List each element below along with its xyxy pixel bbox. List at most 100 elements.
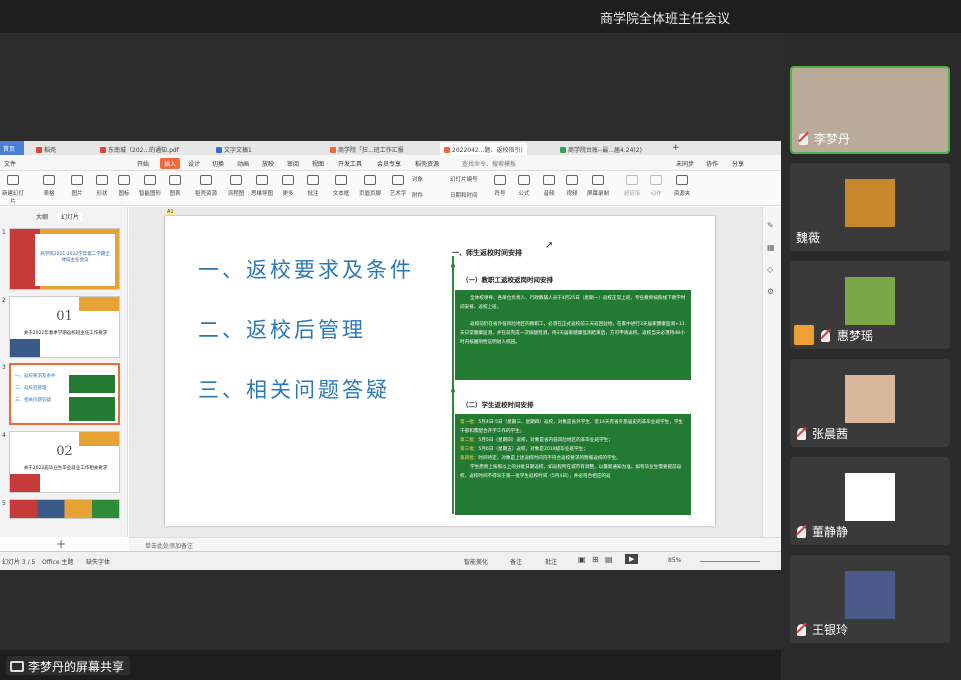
menu-design[interactable]: 设计	[188, 159, 200, 168]
wordart-button[interactable]: 艺术字	[385, 175, 411, 197]
shape-tool-icon[interactable]: ◇	[767, 265, 773, 274]
zoom-slider[interactable]	[700, 561, 760, 562]
textbox-button[interactable]: 文本框	[328, 175, 354, 197]
sync-status[interactable]: 未同步	[676, 159, 694, 168]
participant-tile[interactable]: 惠梦瑶	[790, 261, 950, 349]
share-button[interactable]: 分享	[732, 159, 744, 168]
screen-record-button[interactable]: 屏幕录制	[585, 175, 611, 197]
menu-developer[interactable]: 开发工具	[338, 159, 362, 168]
notes-toggle[interactable]: 备注	[510, 557, 522, 566]
header-footer-button[interactable]: 页眉页脚	[357, 175, 383, 197]
tab-pdf[interactable]: 东南城（202...的通知.pdf	[96, 143, 183, 155]
icon-button[interactable]: 图标	[111, 175, 137, 197]
menu-transition[interactable]: 切换	[212, 159, 224, 168]
more-button[interactable]: 更多	[275, 175, 301, 197]
slide-thumb-1[interactable]: 商学院2021-2022学年第二学期全体班主任会议	[9, 228, 120, 290]
wps-tab-bar: 首页 稻壳 东南城（202...的通知.pdf 文字文稿1 商学院「狂...班工…	[0, 141, 781, 155]
tab-ppt-1[interactable]: 商学院「狂...班工作汇报	[326, 143, 408, 155]
comment-toggle[interactable]: 批注	[545, 557, 557, 566]
menu-review[interactable]: 审阅	[287, 159, 299, 168]
slide-number-button[interactable]: 幻灯片编号	[450, 175, 490, 183]
new-slide-icon	[7, 175, 19, 185]
section-title: 一、师生返校时间安排	[452, 249, 522, 257]
flowchart-button[interactable]: 流程图	[223, 175, 249, 197]
picture-button[interactable]: 图片	[64, 175, 90, 197]
slide-thumb-3[interactable]: 一、返校要求及条件 二、返校后管理 三、相关问题答疑	[9, 363, 120, 425]
smartart-button[interactable]: 智能图形	[137, 175, 163, 197]
participant-name: 张晨茜	[812, 427, 849, 441]
menu-animation[interactable]: 动画	[237, 159, 249, 168]
menu-slideshow[interactable]: 放映	[262, 159, 274, 168]
tab-home[interactable]: 首页	[0, 141, 24, 155]
notes-bar: 单击此处添加备注	[129, 537, 781, 551]
tab-daoke[interactable]: 稻壳	[32, 143, 60, 155]
tab-ppt-active[interactable]: 2022042...题、返校指引)	[440, 143, 527, 155]
insert-toolbar: 新建幻灯片 表格 图片 形状 图标 智能图形 图表 稻壳资源 流程图 思维导图 …	[0, 172, 781, 206]
tab-slides[interactable]: 幻灯片	[57, 213, 82, 222]
thumb-decoration	[10, 339, 40, 357]
participant-tile[interactable]: 董静静	[790, 457, 950, 545]
menu-member[interactable]: 会员专享	[377, 159, 401, 168]
participant-tile[interactable]: 王银玲	[790, 555, 950, 643]
menu-daoke-resources[interactable]: 稻壳资源	[415, 159, 439, 168]
bottom-bar: 李梦丹的屏幕共享	[0, 650, 781, 680]
play-slideshow-icon[interactable]: ▶	[625, 554, 639, 564]
video-button[interactable]: 视频	[559, 175, 585, 197]
symbol-button[interactable]: 符号	[487, 175, 513, 197]
menu-insert[interactable]: 插入	[160, 158, 181, 169]
add-slide-icon[interactable]: +	[56, 537, 66, 551]
avatar	[845, 473, 895, 521]
collaborate-button[interactable]: 协作	[706, 159, 718, 168]
settings-icon[interactable]: ⚙	[767, 287, 774, 296]
new-slide-button[interactable]: 新建幻灯片	[0, 175, 26, 205]
object-button[interactable]: 对象	[412, 175, 438, 183]
daoke-resource-button[interactable]: 稻壳资源	[193, 175, 219, 197]
tab-doc[interactable]: 文字文稿1	[212, 143, 256, 155]
chart-button[interactable]: 图表	[162, 175, 188, 197]
thumb-number-big: 02	[56, 444, 73, 459]
menu-view[interactable]: 视图	[312, 159, 324, 168]
mouse-pointer-icon: ➚	[545, 240, 554, 251]
video-icon	[566, 175, 578, 185]
new-tab-icon[interactable]: +	[668, 141, 684, 153]
normal-view-icon[interactable]: ▣	[578, 555, 586, 564]
attachment-button[interactable]: 附件	[412, 191, 438, 199]
datetime-button[interactable]: 日期和时间	[450, 191, 490, 199]
menu-start[interactable]: 开始	[137, 159, 149, 168]
slide-thumb-2[interactable]: 01 关于2022年春季学期返校班主任工作要求	[9, 296, 120, 358]
command-search[interactable]: 查找命令、搜索模板	[462, 159, 516, 168]
beautify-button[interactable]: 智能美化	[464, 557, 488, 566]
notes-placeholder[interactable]: 单击此处添加备注	[145, 541, 193, 550]
table-button[interactable]: 表格	[36, 175, 62, 197]
current-slide[interactable]: 一、返校要求及条件 二、返校后管理 三、相关问题答疑 一、师生返校时间安排 （一…	[165, 216, 715, 526]
menu-file[interactable]: 文件	[4, 159, 16, 168]
mic-muted-icon	[797, 526, 806, 538]
tab-sheet[interactable]: 商学院台账--最...届4.24(2)	[556, 143, 646, 155]
participant-tile[interactable]: 李梦丹	[790, 66, 950, 154]
slide-thumb-4[interactable]: 02 关于2022届毕业生毕业就业工作相关要求	[9, 431, 120, 493]
sorter-view-icon[interactable]: ⊞	[592, 555, 599, 564]
mindmap-icon	[256, 175, 268, 185]
missing-font-button[interactable]: 缺失字体	[86, 557, 110, 566]
slide-thumb-5[interactable]	[9, 499, 120, 519]
thumb-number: 2	[2, 297, 6, 304]
thumb-view-tabs: 大纲 幻灯片	[36, 212, 90, 222]
mic-muted-icon	[821, 330, 830, 342]
more-icon	[282, 175, 294, 185]
select-icon[interactable]: ▦	[767, 243, 775, 252]
staff-schedule-text: 返校前仍在省外低风险地区的教职工，必须在正式返校前三天返回驻地，在家中进行3天居…	[460, 322, 685, 345]
participant-tile[interactable]: 魏薇	[790, 163, 950, 251]
batch-text: 5月4日-5日（星期三、星期四）返校，对象是省外学生、近14天有省外旅居史的非毕…	[460, 420, 684, 434]
action-button[interactable]: 动作	[643, 175, 669, 197]
formula-button[interactable]: 公式	[511, 175, 537, 197]
comment-button[interactable]: 批注	[300, 175, 326, 197]
thumb-decoration	[69, 397, 115, 421]
hyperlink-button[interactable]: 超链接	[619, 175, 645, 197]
reading-view-icon[interactable]: ▤	[605, 555, 613, 564]
participant-tile[interactable]: 张晨茜	[790, 359, 950, 447]
tab-outline[interactable]: 大纲	[36, 214, 48, 221]
mindmap-button[interactable]: 思维导图	[249, 175, 275, 197]
student-schedule-box: 第一批：5月4日-5日（星期三、星期四）返校，对象是省外学生、近14天有省外旅居…	[455, 414, 691, 515]
edit-icon[interactable]: ✎	[767, 221, 774, 230]
resource-folder-button[interactable]: 资源夹	[669, 175, 695, 197]
